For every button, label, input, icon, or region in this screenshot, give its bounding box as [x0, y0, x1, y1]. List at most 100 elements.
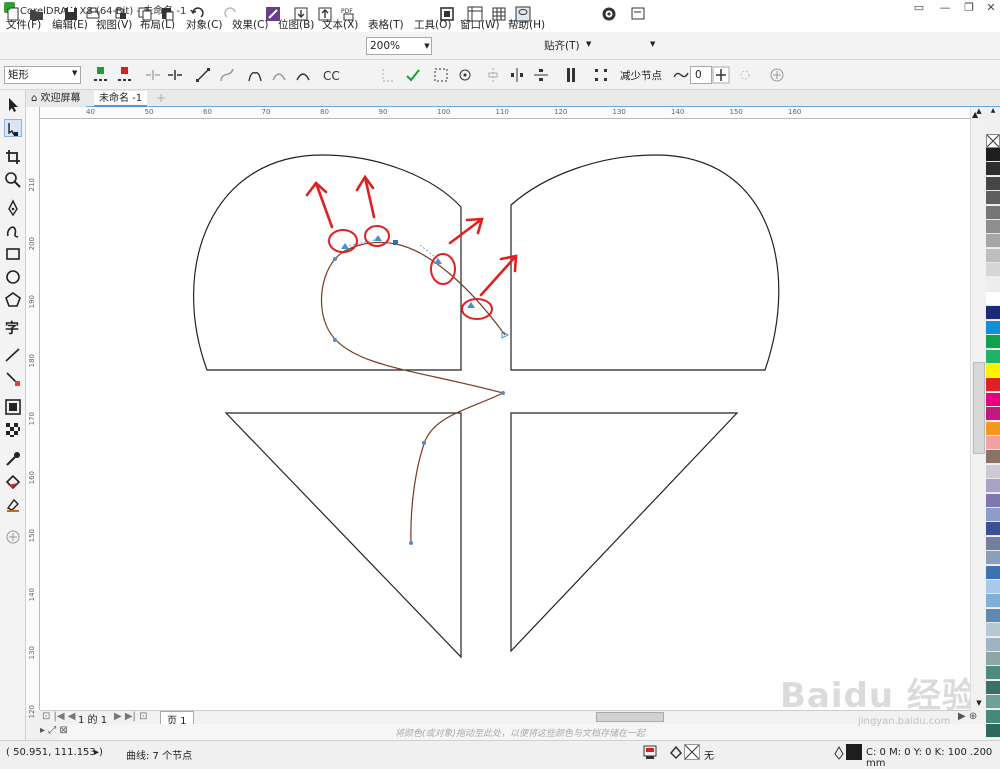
smoothness-slider-icon[interactable] — [712, 66, 730, 84]
no-fill-swatch[interactable] — [684, 744, 700, 760]
cusp-node-icon[interactable] — [246, 66, 264, 84]
object-type-select[interactable]: 矩形 — [4, 66, 81, 84]
palette-swatch[interactable] — [986, 349, 1000, 364]
drawing-page[interactable] — [40, 119, 986, 710]
transparency-tool-icon[interactable] — [4, 421, 22, 439]
text-tool-icon[interactable]: 字 — [4, 318, 22, 337]
palette-swatch[interactable] — [986, 306, 1000, 321]
horizontal-scroll-thumb[interactable] — [596, 712, 664, 722]
no-color-swatch[interactable] — [986, 134, 1000, 148]
palette-swatch[interactable] — [986, 392, 1000, 407]
break-curve-icon[interactable] — [166, 66, 184, 84]
vertical-scroll-thumb[interactable] — [973, 362, 985, 454]
show-guidelines-icon[interactable] — [514, 5, 532, 23]
palette-swatch[interactable] — [986, 695, 1000, 710]
palette-swatch[interactable] — [986, 292, 1000, 306]
palette-swatch[interactable] — [986, 234, 1000, 249]
vertical-scrollbar[interactable]: ▲ ▼ — [970, 107, 986, 710]
connector-tool-icon[interactable] — [4, 370, 22, 388]
quick-customize-icon[interactable] — [768, 66, 786, 84]
align-nodes-icon[interactable] — [484, 66, 502, 84]
palette-swatch[interactable] — [986, 248, 1000, 263]
palette-swatch[interactable] — [986, 709, 1000, 724]
account-icon[interactable]: ▭ — [906, 0, 932, 16]
palette-swatch[interactable] — [986, 536, 1000, 551]
crop-tool-icon[interactable] — [4, 148, 22, 166]
copy-icon[interactable] — [136, 5, 154, 23]
freehand-tool-icon[interactable] — [4, 199, 22, 217]
zoom-tool-icon[interactable] — [4, 171, 22, 189]
palette-swatch[interactable] — [986, 637, 1000, 652]
palette-swatch[interactable] — [986, 724, 1000, 738]
print-icon[interactable] — [84, 5, 102, 23]
scroll-up-arrow-icon[interactable]: ▲ — [972, 110, 978, 119]
show-rulers-icon[interactable] — [466, 5, 484, 23]
shape-tool-icon[interactable] — [4, 119, 22, 137]
save-icon[interactable] — [62, 5, 80, 23]
drop-shadow-tool-icon[interactable] — [4, 398, 22, 416]
smart-fill-tool-icon[interactable] — [4, 496, 22, 514]
fill-icon[interactable] — [668, 744, 684, 760]
palette-swatch[interactable] — [986, 263, 1000, 278]
close-button[interactable]: ✕ — [978, 0, 1000, 16]
palette-swatch[interactable] — [986, 522, 1000, 537]
chevron-down-icon[interactable]: ▼ — [422, 37, 432, 55]
import-icon[interactable] — [292, 5, 310, 23]
open-icon[interactable] — [28, 5, 46, 23]
redo-icon[interactable] — [222, 5, 240, 23]
palette-swatch[interactable] — [986, 421, 1000, 436]
join-nodes-icon[interactable] — [144, 66, 162, 84]
polygon-tool-icon[interactable] — [4, 291, 22, 309]
next-page-icon[interactable]: ▶ ▶| ⊡ — [114, 711, 148, 722]
document-palette-controls-icon[interactable]: ▸ ⤢ ⊠ — [40, 725, 68, 736]
tab-welcome-screen[interactable]: ⌂ 欢迎屏幕 — [26, 91, 86, 107]
palette-swatch[interactable] — [986, 493, 1000, 508]
horizontal-ruler[interactable] — [40, 107, 986, 119]
palette-swatch[interactable] — [986, 364, 1000, 378]
outline-color-swatch[interactable] — [846, 744, 862, 760]
add-tab-icon[interactable]: + — [154, 92, 168, 105]
curve-smoothness-input[interactable]: 0 — [690, 66, 712, 84]
palette-swatch[interactable] — [986, 652, 1000, 666]
ellipse-tool-icon[interactable] — [4, 268, 22, 286]
cut-icon[interactable] — [112, 5, 130, 23]
outline-pen-icon[interactable] — [834, 745, 844, 760]
palette-swatch[interactable] — [986, 680, 1000, 695]
pick-tool-icon[interactable] — [4, 96, 22, 114]
palette-swatch[interactable] — [986, 508, 1000, 522]
palette-scroll-up-icon[interactable]: ▲ — [986, 107, 1000, 115]
palette-swatch[interactable] — [986, 148, 1000, 162]
artistic-media-tool-icon[interactable] — [4, 222, 22, 240]
add-tool-icon[interactable] — [4, 528, 22, 546]
palette-swatch[interactable] — [986, 594, 1000, 609]
full-screen-icon[interactable] — [438, 5, 456, 23]
palette-swatch[interactable] — [986, 176, 1000, 191]
reverse-direction-icon[interactable]: CC — [322, 66, 340, 84]
rotate-nodes-icon[interactable] — [456, 66, 474, 84]
palette-swatch[interactable] — [986, 464, 1000, 479]
reduce-nodes-button[interactable]: 减少节点 — [620, 68, 662, 83]
minimize-button[interactable]: — — [932, 0, 958, 16]
show-grid-icon[interactable] — [490, 5, 508, 23]
select-all-nodes-icon[interactable] — [592, 66, 610, 84]
application-launcher-icon[interactable] — [630, 5, 648, 23]
mirror-vertical-icon[interactable] — [532, 66, 550, 84]
rectangle-tool-icon[interactable] — [4, 245, 22, 263]
palette-swatch[interactable] — [986, 335, 1000, 350]
palette-swatch[interactable] — [986, 378, 1000, 393]
paste-icon[interactable] — [158, 5, 176, 23]
palette-swatch[interactable] — [986, 436, 1000, 450]
extend-curve-icon[interactable] — [380, 66, 398, 84]
options-gear-icon[interactable] — [600, 5, 618, 23]
vertical-ruler[interactable] — [26, 107, 40, 710]
parallel-dimension-tool-icon[interactable] — [4, 346, 22, 364]
undo-icon[interactable] — [188, 5, 206, 23]
reflect-nodes-icon[interactable] — [736, 66, 754, 84]
color-proofing-icon[interactable] — [642, 744, 658, 760]
palette-swatch[interactable] — [986, 220, 1000, 234]
stretch-nodes-icon[interactable] — [432, 66, 450, 84]
mirror-horizontal-icon[interactable] — [508, 66, 526, 84]
extract-subpath-icon[interactable] — [404, 66, 422, 84]
palette-swatch[interactable] — [986, 407, 1000, 422]
palette-swatch[interactable] — [986, 608, 1000, 623]
